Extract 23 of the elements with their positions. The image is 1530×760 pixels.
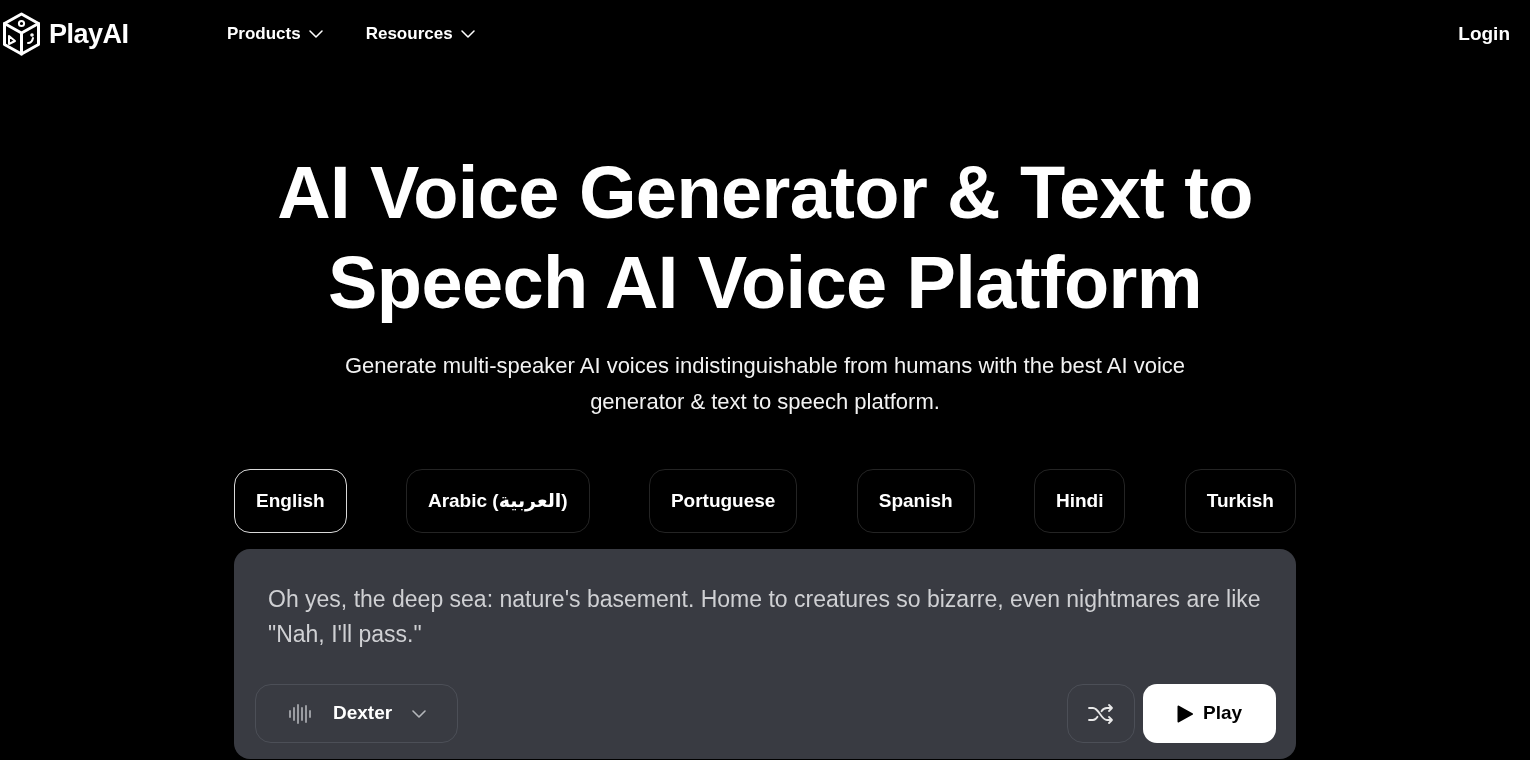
sample-text: Oh yes, the deep sea: nature's basement. Home to creatures so bizarre, even nightmares are like "Nah, I'll pass." [268, 585, 1262, 649]
hero-subtitle: Generate multi-speaker AI voices indistinguishable from humans with the best AI voice generator & text to speech platform. [343, 352, 1187, 416]
nav-menu[interactable]: Products [227, 21, 323, 47]
chevron-down-icon [412, 709, 427, 718]
voice-selector[interactable]: Dexter [255, 684, 458, 743]
play-button[interactable]: Play [1143, 684, 1276, 743]
language-tab[interactable]: Hindi [1033, 469, 1126, 533]
brand-name[interactable]: PlayAI [49, 20, 129, 48]
waveform-icon [289, 702, 311, 725]
login-link[interactable]: Login [1458, 19, 1510, 49]
language-tab[interactable]: Portuguese [648, 469, 798, 533]
language-tab[interactable]: Spanish [856, 469, 975, 533]
shuffle-icon [1088, 702, 1114, 725]
hero-heading: AI Voice Generator & Text to Speech AI Voice Platform [276, 150, 1254, 326]
chevron-down-icon [460, 30, 475, 38]
nav-menu[interactable]: Resources [365, 21, 475, 47]
chevron-down-icon [308, 30, 323, 38]
cube-logo-icon [2, 12, 41, 56]
language-tab[interactable]: Arabic (العربية) [405, 469, 590, 533]
language-tab[interactable]: Turkish [1184, 469, 1296, 533]
language-tab[interactable]: English [234, 469, 347, 533]
shuffle-button[interactable] [1067, 684, 1135, 743]
play-icon [1176, 704, 1193, 723]
